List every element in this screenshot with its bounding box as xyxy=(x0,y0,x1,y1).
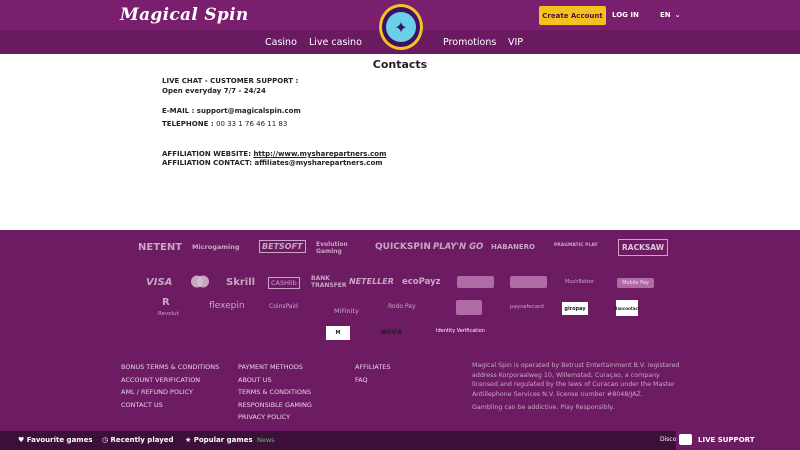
favourite-games-button[interactable]: ♥ Favourite games xyxy=(18,436,93,444)
payment-coinspaid: CoinsPaid xyxy=(269,303,298,310)
payment-paysafecard: paysafecard xyxy=(510,304,544,310)
telephone-value: 00 33 1 76 46 11 83 xyxy=(216,120,288,128)
payment-mobilepay: Mobile Pay xyxy=(617,278,654,288)
payment-visa: VISA xyxy=(146,277,173,288)
footer-link-terms[interactable]: TERMS & CONDITIONS xyxy=(238,388,311,396)
heart-icon: ♥ xyxy=(18,436,25,444)
payment-cashlib: CASHlib xyxy=(268,277,300,289)
provider-relax-racksaw: RACKSAW xyxy=(618,239,669,256)
provider-evolution: Evolution Gaming xyxy=(316,241,348,255)
live-chat-heading: LIVE CHAT - CUSTOMER SUPPORT : xyxy=(162,77,299,85)
provider-habanero: HABANERO xyxy=(491,243,536,251)
nav-casino[interactable]: Casino xyxy=(265,37,297,48)
language-label: EN xyxy=(660,11,671,19)
payment-bancontact: Bancontact xyxy=(614,300,640,316)
payment-neteller: NETELLER xyxy=(349,277,394,286)
nav-vip[interactable]: VIP xyxy=(508,37,523,48)
footer-link-affiliates[interactable]: AFFILIATES xyxy=(355,363,391,371)
payment-revolut: Revolut xyxy=(158,311,179,317)
payment-muchbetter: MuchBetter xyxy=(565,279,594,285)
payment-skrill: Skrill xyxy=(226,277,256,288)
legal-text: Magical Spin is operated by Betrust Ente… xyxy=(472,362,680,398)
provider-pragmatic: PRAGMATIC PLAY xyxy=(554,243,598,248)
provider-playngo: PLAY'N GO xyxy=(433,242,484,252)
favourite-games-label: Favourite games xyxy=(26,436,93,444)
footer-link-account-verification[interactable]: ACCOUNT VERIFICATION xyxy=(121,376,200,384)
email-line[interactable]: E-MAIL : support@magicalspin.com xyxy=(162,107,301,115)
provider-netent: NETENT xyxy=(138,242,183,253)
footer-link-responsible-gaming[interactable]: RESPONSIBLE GAMING xyxy=(238,401,312,409)
mastercard-icon xyxy=(190,275,210,288)
payment-rodopay: Rodo Pay xyxy=(388,303,416,310)
emblem-inner: ✦ xyxy=(386,12,416,42)
payment-giropay: giropay xyxy=(562,302,588,315)
wizard-emblem-icon[interactable]: ✦ xyxy=(379,4,423,50)
payment-flexepin: flexepin xyxy=(209,301,245,311)
gambling-warning: Gambling can be addictive. Play Responsi… xyxy=(472,404,615,411)
page-title: Contacts xyxy=(372,58,428,71)
footer-link-privacy-policy[interactable]: PRIVACY POLICY xyxy=(238,413,290,421)
footer-link-bonus-terms[interactable]: BONUS TERMS & CONDITIONS xyxy=(121,363,219,371)
legal-notice: Magical Spin is operated by Betrust Ente… xyxy=(472,361,687,413)
live-support-button[interactable]: LIVE SUPPORT xyxy=(676,431,800,450)
affiliation-contact-line: AFFILIATION CONTACT: affiliates@mysharep… xyxy=(162,159,383,167)
affiliation-website-label: AFFILIATION WEBSITE: xyxy=(162,150,254,158)
recently-played-label: Recently played xyxy=(110,436,174,444)
footer-link-about-us[interactable]: ABOUT US xyxy=(238,376,272,384)
chat-bubble-icon xyxy=(679,434,692,445)
site-logo[interactable]: Magical Spin xyxy=(120,5,249,25)
telephone-line: TELEPHONE : 00 33 1 76 46 11 83 xyxy=(162,120,287,128)
provider-quickspin: QUICKSPIN xyxy=(375,242,431,252)
footer-link-aml-refund[interactable]: AML / REFUND POLICY xyxy=(121,388,193,396)
payment-box-3 xyxy=(456,300,482,315)
news-ticker[interactable]: News xyxy=(257,436,275,444)
nav-live-casino[interactable]: Live casino xyxy=(309,37,362,48)
popular-games-label: Popular games xyxy=(193,436,253,444)
create-account-button[interactable]: Create Account xyxy=(539,6,606,25)
telephone-label: TELEPHONE : xyxy=(162,120,217,128)
footer-link-faq[interactable]: FAQ xyxy=(355,376,368,384)
revolut-icon: R xyxy=(162,297,170,308)
affiliation-website-link[interactable]: http://www.mysharepartners.com xyxy=(253,150,386,158)
certification-logo-icon: ɴᴏᴠᴀ xyxy=(381,327,403,336)
nav-promotions[interactable]: Promotions xyxy=(443,37,496,48)
disconnect-text: Disco xyxy=(660,436,677,443)
recently-played-button[interactable]: ◷ Recently played xyxy=(102,436,174,444)
payment-bank-transfer: BANK TRANSFER xyxy=(311,275,347,289)
payment-box-2 xyxy=(510,276,547,288)
payment-ecopayz: ecoPayz xyxy=(402,277,441,287)
login-button[interactable]: LOG IN xyxy=(612,11,639,19)
live-chat-hours: Open everyday 7/7 - 24/24 xyxy=(162,87,266,95)
payment-box-1 xyxy=(457,276,494,288)
footer-link-payment-methods[interactable]: PAYMENT METHODS xyxy=(238,363,303,371)
thumbs-up-icon: ★ xyxy=(185,436,192,444)
payment-mifinity: MiFinity xyxy=(334,307,359,315)
footer-link-contact-us[interactable]: CONTACT US xyxy=(121,401,163,409)
provider-microgaming: Microgaming xyxy=(192,243,240,251)
live-support-label: LIVE SUPPORT xyxy=(698,436,755,444)
identity-verification: Identity Verification xyxy=(436,328,485,334)
clock-icon: ◷ xyxy=(102,436,109,444)
language-selector[interactable]: EN ⌄ xyxy=(660,11,681,19)
affiliation-website-line: AFFILIATION WEBSITE: http://www.mysharep… xyxy=(162,150,386,158)
popular-games-button[interactable]: ★ Popular games xyxy=(185,436,253,444)
chevron-down-icon: ⌄ xyxy=(674,11,681,19)
provider-betsoft: BETSOFT xyxy=(259,240,306,253)
certification-badge-icon: M xyxy=(326,326,350,340)
